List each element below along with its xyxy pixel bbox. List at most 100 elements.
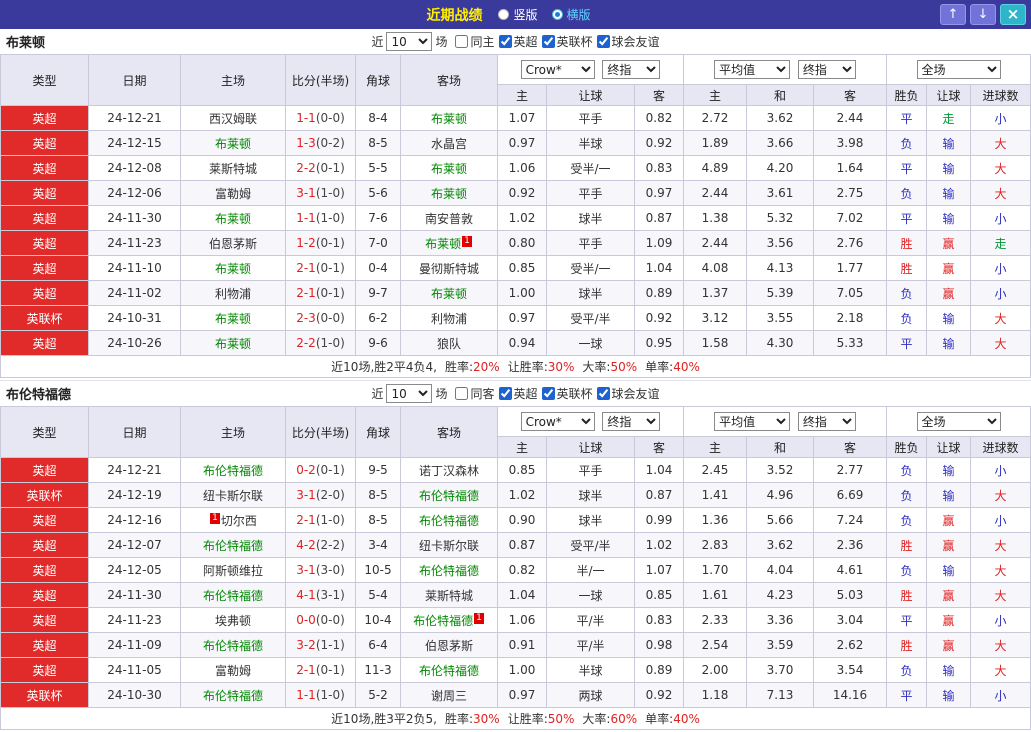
league-filter[interactable]: 球会友谊 [593, 385, 660, 402]
away-team-cell: 莱斯特城 [400, 582, 498, 608]
col-header: 客场 [400, 54, 498, 106]
odds-home-cell: 0.97 [497, 305, 547, 331]
away-team-cell: 诺丁汉森林 [400, 457, 498, 483]
match-count-select[interactable]: 10 [386, 32, 433, 51]
scope-select[interactable]: 全场 [916, 412, 1001, 431]
avg-home-cell: 1.18 [683, 682, 748, 708]
opponent-team-name: 诺丁汉森林 [418, 463, 479, 478]
close-button[interactable]: × [1000, 4, 1026, 25]
odds-away-cell: 0.89 [633, 280, 685, 306]
handicap-cell: 受半/一 [546, 255, 635, 281]
score-cell: 3-1(1-0) [285, 180, 356, 206]
corner-cell: 3-4 [355, 532, 401, 558]
halftime-score: (0-0) [315, 111, 345, 125]
date-cell: 24-12-16 [88, 507, 181, 533]
summary-prefix: 近10场,胜3平2负5, [331, 712, 437, 726]
league-type-cell: 英超 [0, 230, 89, 256]
away-team-cell: 狼队 [400, 330, 498, 356]
away-team-cell: 布伦特福德 [400, 507, 498, 533]
handicap-cell: 平/半 [546, 607, 635, 633]
home-team-cell: 布莱顿 [180, 255, 286, 281]
focus-team-name: 布伦特福德 [418, 563, 479, 578]
team-name: 布莱顿 [6, 36, 46, 51]
league-filter[interactable]: 球会友谊 [593, 33, 660, 50]
focus-team-name: 布莱顿 [430, 111, 467, 126]
score-cell: 2-3(0-0) [285, 305, 356, 331]
avg-draw-cell: 5.39 [746, 280, 815, 306]
average-select[interactable]: 平均值 [714, 60, 791, 79]
final-odds-select-b[interactable]: 终指 [797, 412, 856, 431]
result-goals-cell: 小 [970, 507, 1031, 533]
league-checkbox[interactable] [541, 386, 555, 400]
odds-home-cell: 0.90 [497, 507, 547, 533]
league-checkbox[interactable] [498, 34, 512, 48]
final-odds-select-a[interactable]: 终指 [602, 60, 661, 79]
halftime-score: (3-1) [315, 588, 345, 602]
radio-label: 竖版 [513, 8, 538, 22]
match-row: 英超 24-11-05 富勒姆 2-1(0-1) 11-3 布伦特福德 1.00 半球 0.89… [0, 657, 1031, 683]
team-section: 布莱顿 近 10 场 同主 英超 英联杯 球会友谊 类型 日期 主场 比分(半场… [0, 29, 1031, 378]
topbar: 近期战绩 竖版 横版 ↑ ↓ × [0, 0, 1031, 29]
league-filter[interactable]: 英联杯 [538, 33, 593, 50]
league-filter[interactable]: 英超 [495, 385, 538, 402]
result-outcome-cell: 平 [886, 330, 928, 356]
sub-header: 让球 [926, 84, 972, 106]
league-checkbox[interactable] [596, 34, 610, 48]
red-card-badge: 1 [210, 512, 220, 524]
handicap-cell: 球半 [546, 205, 635, 231]
same-venue-checkbox[interactable] [455, 387, 469, 400]
handicap-cell: 两球 [546, 682, 635, 708]
same-venue-checkbox[interactable] [455, 35, 469, 48]
corner-cell: 6-4 [355, 632, 401, 658]
odds-away-cell: 0.92 [633, 130, 685, 156]
avg-home-cell: 2.44 [683, 230, 748, 256]
odds-home-cell: 1.02 [497, 205, 547, 231]
fulltime-score: 1-1 [296, 111, 316, 125]
scope-select[interactable]: 全场 [916, 60, 1001, 79]
league-checkbox[interactable] [541, 34, 555, 48]
date-cell: 24-12-06 [88, 180, 181, 206]
league-filter[interactable]: 英超 [495, 33, 538, 50]
same-venue-filter[interactable]: 同主 [447, 33, 495, 50]
same-venue-filter[interactable]: 同客 [447, 385, 495, 402]
result-handicap-cell: 赢 [926, 507, 972, 533]
summary-stat-value: 20% [473, 360, 500, 374]
avg-away-cell: 2.18 [813, 305, 888, 331]
corner-cell: 9-5 [355, 457, 401, 483]
scroll-up-button[interactable]: ↑ [940, 4, 966, 25]
avg-away-cell: 2.36 [813, 532, 888, 558]
halftime-score: (1-0) [315, 336, 345, 350]
home-team-cell: 布伦特福德 [180, 532, 286, 558]
red-card-badge: 1 [474, 612, 484, 624]
score-cell: 1-1(1-0) [285, 205, 356, 231]
avg-away-cell: 4.61 [813, 557, 888, 583]
fulltime-score: 1-1 [296, 688, 316, 702]
away-team-cell: 水晶宫 [400, 130, 498, 156]
layout-radio-vertical[interactable]: 竖版 [498, 6, 538, 23]
scroll-down-button[interactable]: ↓ [970, 4, 996, 25]
score-cell: 3-2(1-1) [285, 632, 356, 658]
result-outcome-cell: 负 [886, 557, 928, 583]
odds-source-select[interactable]: Crow* [520, 412, 595, 431]
result-goals-cell: 小 [970, 607, 1031, 633]
score-cell: 3-1(2-0) [285, 482, 356, 508]
league-checkbox[interactable] [498, 386, 512, 400]
final-odds-select-b[interactable]: 终指 [797, 60, 856, 79]
handicap-cell: 半/一 [546, 557, 635, 583]
summary-stat-label: 让胜率: [507, 360, 548, 374]
average-select[interactable]: 平均值 [714, 412, 791, 431]
league-filter[interactable]: 英联杯 [538, 385, 593, 402]
final-odds-select-a[interactable]: 终指 [602, 412, 661, 431]
league-checkbox[interactable] [596, 386, 610, 400]
corner-cell: 8-5 [355, 130, 401, 156]
avg-away-cell: 3.98 [813, 130, 888, 156]
handicap-cell: 受平/半 [546, 532, 635, 558]
odds-source-select[interactable]: Crow* [520, 60, 595, 79]
match-count-select[interactable]: 10 [386, 384, 433, 403]
result-outcome-cell: 负 [886, 280, 928, 306]
handicap-cell: 平手 [546, 180, 635, 206]
focus-team-name: 布莱顿 [425, 236, 462, 251]
layout-radio-horizontal[interactable]: 横版 [551, 6, 591, 23]
match-row: 英超 24-12-21 西汉姆联 1-1(0-0) 8-4 布莱顿 1.07 平手 0.82 2.… [0, 105, 1031, 131]
avg-draw-cell: 5.66 [746, 507, 815, 533]
